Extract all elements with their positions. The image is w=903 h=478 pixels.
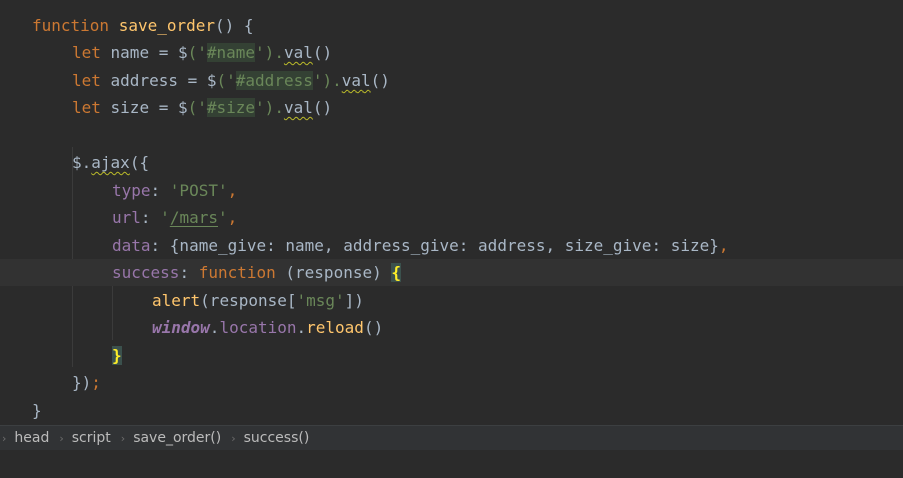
comma: , xyxy=(227,181,238,200)
code-line[interactable]: }); xyxy=(0,369,903,396)
code-line[interactable]: let name = $('#name').val() xyxy=(0,39,903,66)
code-line[interactable]: type: 'POST', xyxy=(0,177,903,204)
code-text: () { xyxy=(215,16,254,35)
code-text: }) xyxy=(72,373,92,392)
code-line[interactable]: url: '/mars', xyxy=(0,204,903,231)
code-text: address = xyxy=(100,71,207,90)
jquery-symbol: $ xyxy=(72,153,82,172)
chevron-right-icon: › xyxy=(59,431,64,445)
code-line[interactable]: alert(response['msg']) xyxy=(0,287,903,314)
code-text: . xyxy=(81,153,92,172)
keyword: function xyxy=(32,16,110,35)
code-text: ' xyxy=(160,208,170,227)
function-call: alert xyxy=(152,291,201,310)
code-text: } xyxy=(32,401,42,420)
object-key: type xyxy=(112,181,151,200)
chevron-right-icon: › xyxy=(2,431,7,445)
string-literal: 'msg' xyxy=(296,291,345,310)
code-text: size = xyxy=(100,98,178,117)
code-text: '). xyxy=(255,98,284,117)
jquery-symbol: $ xyxy=(177,98,188,117)
property: location xyxy=(219,318,297,337)
code-text: (response[ xyxy=(200,291,297,310)
matched-brace: } xyxy=(112,346,122,365)
code-line[interactable]: window.location.reload() xyxy=(0,314,903,341)
code-text: (response) xyxy=(275,263,392,282)
method-name: ajax xyxy=(91,153,130,172)
selector-string: #size xyxy=(206,98,256,117)
selector-string: #address xyxy=(235,71,313,90)
code-text: (' xyxy=(187,98,207,117)
breadcrumb-item-save-order[interactable]: save_order() xyxy=(133,430,221,446)
code-line[interactable]: } xyxy=(0,342,903,369)
code-line[interactable]: function save_order() { xyxy=(0,12,903,39)
object-key: success xyxy=(112,263,180,282)
code-text: name = xyxy=(100,43,178,62)
code-text: () xyxy=(312,98,333,117)
code-line[interactable]: let size = $('#size').val() xyxy=(0,94,903,121)
url-link[interactable]: /mars xyxy=(170,208,218,227)
code-line[interactable]: } xyxy=(0,397,903,424)
code-text: '). xyxy=(312,71,342,90)
breadcrumb-item-success[interactable]: success() xyxy=(244,430,310,446)
keyword: let xyxy=(72,71,101,90)
code-text: (' xyxy=(216,71,236,90)
breadcrumb-item-head[interactable]: head xyxy=(14,430,49,446)
matched-brace: { xyxy=(391,263,401,282)
jquery-symbol: $ xyxy=(206,71,217,90)
semicolon: ; xyxy=(91,373,101,392)
method-name: val xyxy=(283,43,313,62)
keyword: let xyxy=(72,98,101,117)
code-text: . xyxy=(209,318,220,337)
breadcrumb: › head › script › save_order() › success… xyxy=(0,425,903,450)
code-text: ({ xyxy=(129,153,150,172)
jquery-symbol: $ xyxy=(177,43,188,62)
chevron-right-icon: › xyxy=(120,431,126,445)
method-name: val xyxy=(341,71,371,90)
code-text: ]) xyxy=(344,291,364,310)
method-name: val xyxy=(283,98,313,117)
object-key: url xyxy=(112,208,141,227)
code-text: : xyxy=(150,181,170,200)
string-literal: 'POST' xyxy=(169,181,228,200)
code-text: : {name_give: name, address_give: addres… xyxy=(150,236,719,255)
code-text: () xyxy=(363,318,384,337)
global-object: window xyxy=(152,318,210,337)
code-line[interactable]: data: {name_give: name, address_give: ad… xyxy=(0,232,903,259)
code-line[interactable]: $.ajax({ xyxy=(0,149,903,176)
code-text: . xyxy=(296,318,307,337)
code-text: '). xyxy=(255,43,284,62)
code-text: () xyxy=(312,43,333,62)
keyword: function xyxy=(198,263,276,282)
function-call: reload xyxy=(306,318,364,337)
code-text: : xyxy=(179,263,199,282)
object-key: data xyxy=(112,236,151,255)
code-text: (' xyxy=(187,43,207,62)
code-line-current[interactable]: success: function (response) { xyxy=(0,259,903,286)
comma: , xyxy=(227,208,238,227)
breadcrumb-item-script[interactable]: script xyxy=(72,430,111,446)
code-text: () xyxy=(370,71,390,90)
selector-string: #name xyxy=(206,43,256,62)
keyword: let xyxy=(72,43,101,62)
function-name: save_order xyxy=(118,16,216,35)
code-editor[interactable]: function save_order() { let name = $('#n… xyxy=(0,0,903,425)
comma: , xyxy=(718,236,729,255)
code-text: ' xyxy=(217,208,228,227)
code-text: : xyxy=(140,208,161,227)
chevron-right-icon: › xyxy=(231,431,236,445)
code-line[interactable]: let address = $('#address').val() xyxy=(0,67,903,94)
